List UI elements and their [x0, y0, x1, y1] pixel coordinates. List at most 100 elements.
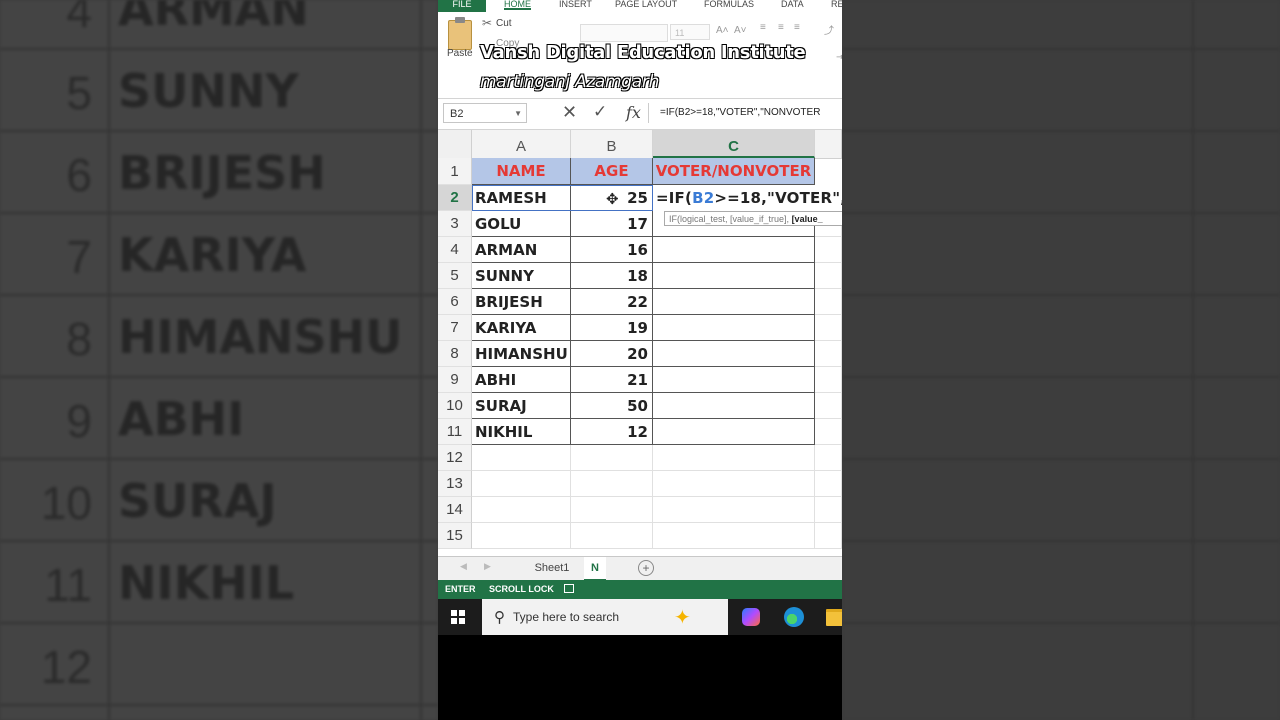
chevron-down-icon[interactable]: ▼ — [514, 104, 522, 124]
select-all-corner[interactable] — [438, 130, 472, 158]
tab-formulas[interactable]: FORMULAS — [704, 0, 754, 9]
cell-empty[interactable] — [815, 497, 842, 523]
spreadsheet-grid[interactable]: A B C 1 NAME AGE VOTER/NONVOTER 2 RAMESH 2… — [438, 130, 842, 556]
row-header[interactable]: 14 — [438, 497, 472, 523]
column-header-b[interactable]: B — [571, 130, 653, 158]
increase-font-icon[interactable]: A˄ — [716, 25, 729, 36]
cell-status[interactable] — [653, 367, 815, 393]
cell-age[interactable]: 16 — [571, 237, 653, 263]
decrease-font-icon[interactable]: A˅ — [734, 25, 747, 36]
cell-status[interactable] — [653, 237, 815, 263]
formula-input[interactable]: =IF(B2>=18,"VOTER","NONVOTER — [660, 107, 820, 118]
font-name-dropdown[interactable] — [580, 24, 668, 42]
cell-status[interactable] — [653, 341, 815, 367]
cell-empty[interactable] — [472, 445, 571, 471]
cell-empty[interactable] — [815, 523, 842, 549]
cell-empty[interactable] — [653, 523, 815, 549]
row-header[interactable]: 13 — [438, 471, 472, 497]
cell-empty[interactable] — [815, 367, 842, 393]
cell-b1[interactable]: AGE — [571, 158, 653, 185]
cell-age[interactable]: 18 — [571, 263, 653, 289]
cell-name[interactable]: GOLU — [472, 211, 571, 237]
cell-c2-editing[interactable]: =IF(B2>=18,"VOTER","N — [653, 185, 842, 211]
row-header-1[interactable]: 1 — [438, 158, 472, 185]
row-header[interactable]: 8 — [438, 341, 472, 367]
align-middle-icon[interactable]: ≡ — [778, 22, 784, 33]
paste-button-label[interactable]: Paste — [447, 48, 473, 59]
cancel-icon[interactable]: ✕ — [562, 102, 577, 123]
cell-age[interactable]: 20 — [571, 341, 653, 367]
cell-status[interactable] — [653, 289, 815, 315]
cell-empty[interactable] — [815, 419, 842, 445]
paste-icon[interactable] — [448, 17, 472, 50]
column-header-a[interactable]: A — [472, 130, 571, 158]
cell-empty[interactable] — [571, 523, 653, 549]
cut-button-label[interactable]: Cut — [496, 18, 512, 29]
cell-empty[interactable] — [815, 341, 842, 367]
windows-start-icon[interactable] — [451, 610, 465, 624]
cell-empty[interactable] — [472, 497, 571, 523]
cell-empty[interactable] — [653, 445, 815, 471]
insert-function-icon[interactable]: fx — [626, 103, 641, 122]
row-header[interactable]: 5 — [438, 263, 472, 289]
cell-age[interactable]: 50 — [571, 393, 653, 419]
cell-status[interactable] — [653, 419, 815, 445]
file-explorer-icon[interactable] — [826, 609, 842, 626]
cell-name[interactable]: SUNNY — [472, 263, 571, 289]
copilot-icon[interactable] — [742, 608, 760, 626]
cell-empty[interactable] — [815, 471, 842, 497]
cell-name[interactable]: HIMANSHU — [472, 341, 571, 367]
row-header[interactable]: 12 — [438, 445, 472, 471]
tab-data[interactable]: DATA — [781, 0, 804, 9]
tab-review[interactable]: RE — [831, 0, 842, 9]
wrap-text-icon[interactable]: ⇥ — [836, 52, 842, 63]
row-header[interactable]: 15 — [438, 523, 472, 549]
edge-browser-icon[interactable] — [784, 607, 804, 627]
cell-name[interactable]: NIKHIL — [472, 419, 571, 445]
cell-empty[interactable] — [815, 393, 842, 419]
enter-check-icon[interactable]: ✓ — [593, 102, 607, 122]
sheet-tab-sheet1[interactable]: Sheet1 — [530, 557, 574, 579]
add-sheet-icon[interactable]: + — [638, 560, 654, 576]
cell-c1[interactable]: VOTER/NONVOTER — [653, 158, 815, 185]
cell-status[interactable] — [653, 315, 815, 341]
cell-empty[interactable] — [472, 523, 571, 549]
row-header[interactable]: 6 — [438, 289, 472, 315]
tab-insert[interactable]: INSERT — [559, 0, 592, 9]
tab-file[interactable]: FILE — [438, 0, 486, 12]
cell-empty[interactable] — [472, 471, 571, 497]
cell-empty[interactable] — [571, 497, 653, 523]
cell-empty[interactable] — [815, 263, 842, 289]
column-header-d[interactable] — [815, 130, 842, 158]
name-box[interactable]: B2 ▼ — [443, 103, 527, 123]
row-header[interactable]: 2 — [438, 185, 472, 211]
cell-empty[interactable] — [571, 471, 653, 497]
cell-name[interactable]: KARIYA — [472, 315, 571, 341]
cell-age[interactable]: 22 — [571, 289, 653, 315]
cell-name[interactable]: BRIJESH — [472, 289, 571, 315]
cell-name[interactable]: SURAJ — [472, 393, 571, 419]
cell-name[interactable]: ABHI — [472, 367, 571, 393]
font-size-dropdown[interactable]: 11 — [670, 24, 710, 40]
cell-empty[interactable] — [815, 445, 842, 471]
taskbar-search[interactable]: ⚲ Type here to search ✦ — [482, 599, 728, 635]
align-top-icon[interactable]: ≡ — [760, 22, 766, 33]
orientation-icon[interactable]: ⤴ — [824, 22, 834, 37]
cell-age[interactable]: 19 — [571, 315, 653, 341]
cell-empty[interactable] — [815, 237, 842, 263]
scissors-icon[interactable]: ✂ — [482, 16, 492, 30]
cell-status[interactable] — [653, 393, 815, 419]
row-header[interactable]: 9 — [438, 367, 472, 393]
cell-empty[interactable] — [653, 471, 815, 497]
tab-page-layout[interactable]: PAGE LAYOUT — [615, 0, 677, 9]
row-header[interactable]: 4 — [438, 237, 472, 263]
row-header[interactable]: 11 — [438, 419, 472, 445]
tab-home[interactable]: HOME — [504, 0, 531, 10]
cell-age[interactable]: 21 — [571, 367, 653, 393]
cell-empty[interactable] — [653, 497, 815, 523]
prev-sheet-icon[interactable]: ◀ — [460, 561, 467, 572]
align-bottom-icon[interactable]: ≡ — [794, 22, 800, 33]
cell-empty[interactable] — [571, 445, 653, 471]
cell-empty[interactable] — [815, 289, 842, 315]
cell-status[interactable] — [653, 263, 815, 289]
